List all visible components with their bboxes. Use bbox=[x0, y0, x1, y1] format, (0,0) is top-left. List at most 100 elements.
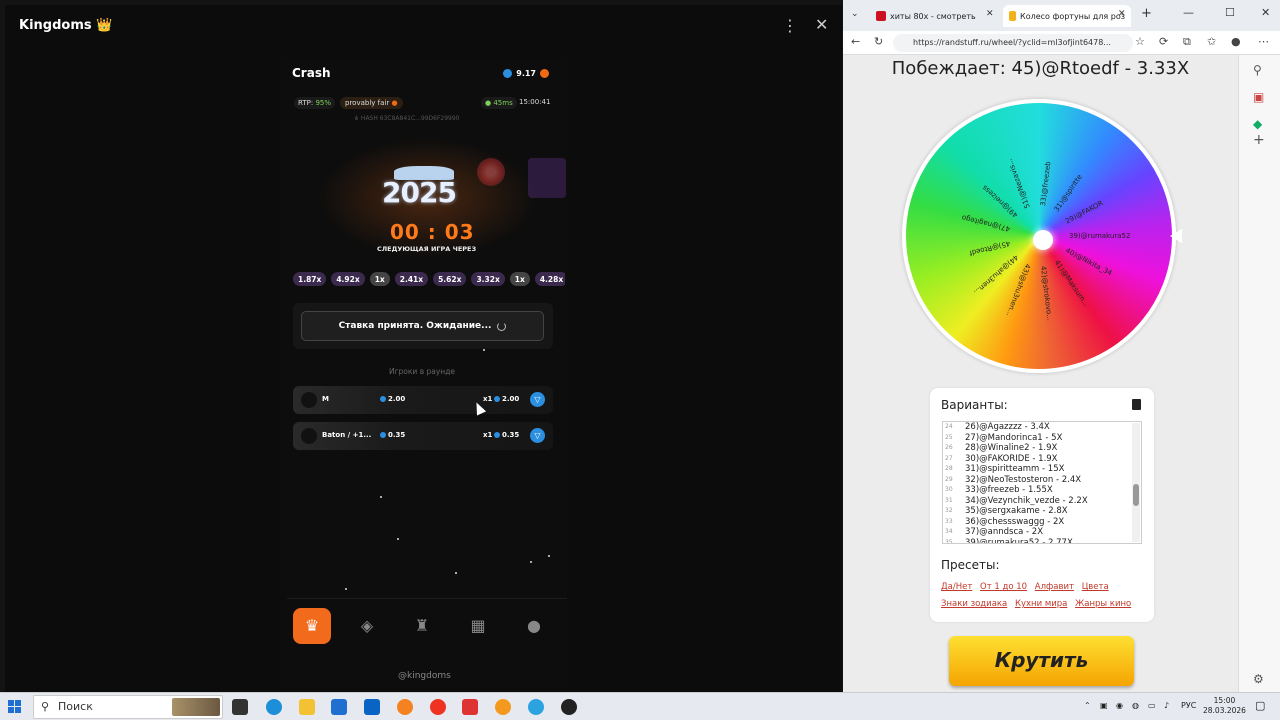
variant-line[interactable]: 32 35)@sergxakame - 2.8X bbox=[943, 506, 1141, 517]
variant-line[interactable]: 31 34)@Vezynchik_vezde - 2.2X bbox=[943, 496, 1141, 507]
task-view-icon[interactable] bbox=[232, 699, 248, 715]
tray-app-icon[interactable]: ◍ bbox=[1132, 701, 1139, 710]
reload-icon[interactable]: ↻ bbox=[874, 35, 883, 48]
variant-line[interactable]: 30 33)@freezeb - 1.55X bbox=[943, 485, 1141, 496]
app-icon[interactable] bbox=[397, 699, 413, 715]
tray-chevron-icon[interactable]: ⌃ bbox=[1084, 701, 1091, 710]
language-indicator[interactable]: РУС bbox=[1181, 701, 1196, 710]
trophy-icon[interactable]: ♜ bbox=[403, 608, 441, 644]
variant-line[interactable]: 34 37)@anndsca - 2X bbox=[943, 527, 1141, 538]
wheel-disc[interactable]: 39)@rumakura52 40)@Nikita_34 41)@Maksum...… bbox=[902, 99, 1176, 373]
close-icon[interactable]: ✕ bbox=[815, 15, 828, 34]
add-balance-icon[interactable] bbox=[540, 68, 549, 78]
line-number: 33 bbox=[945, 517, 953, 525]
notifications-icon[interactable]: ▢ bbox=[1255, 699, 1265, 712]
preset-link[interactable]: Кухни мира bbox=[1015, 599, 1067, 609]
minimize-icon[interactable]: — bbox=[1183, 6, 1194, 19]
search-icon[interactable]: ⚲ bbox=[1253, 63, 1262, 77]
preset-link[interactable]: Жанры кино bbox=[1075, 599, 1131, 609]
variant-text: 27)@Mandorinca1 - 5X bbox=[965, 432, 1063, 443]
rtp-badge: RTP: 95% bbox=[294, 97, 336, 109]
spin-button[interactable]: Крутить bbox=[949, 636, 1134, 686]
players-heading: Игроки в раунде bbox=[389, 367, 455, 376]
variant-line[interactable]: 28 31)@spiritteamm - 15X bbox=[943, 464, 1141, 475]
settings-icon[interactable]: ⚙ bbox=[1253, 672, 1264, 686]
yandex-browser-icon[interactable] bbox=[430, 699, 446, 715]
variant-line[interactable]: 25 27)@Mandorinca1 - 5X bbox=[943, 433, 1141, 444]
balance[interactable]: 9.17 bbox=[503, 66, 549, 80]
multiplier-chip: 4.92x bbox=[331, 272, 365, 286]
yandex-icon[interactable] bbox=[462, 699, 478, 715]
variant-line[interactable]: 24 26)@Agazzzz - 3.4X bbox=[943, 422, 1141, 433]
windows-start-icon[interactable] bbox=[8, 700, 22, 714]
games-icon[interactable]: ◈ bbox=[348, 608, 386, 644]
extensions-icon[interactable]: ⟳ bbox=[1159, 35, 1168, 48]
tab-music[interactable]: хиты 80х - смотреть bbox=[870, 5, 998, 27]
maximize-icon[interactable]: ☐ bbox=[1225, 6, 1235, 19]
tab-wheel[interactable]: Колесо фортуны для роз bbox=[1003, 5, 1131, 27]
tools-icon[interactable]: ◆ bbox=[1253, 117, 1262, 131]
tray-app-icon[interactable]: ▣ bbox=[1100, 701, 1108, 710]
round-hash[interactable]: ⋔ HASH 63C8A841C...99D6F29990 bbox=[354, 115, 460, 122]
multiplier-chip: 1x bbox=[509, 272, 530, 286]
back-icon[interactable]: ← bbox=[851, 35, 860, 48]
variants-textarea[interactable]: 24 26)@Agazzzz - 3.4X 25 27)@Mandorinca1 - … bbox=[942, 421, 1142, 544]
variant-line[interactable]: 33 36)@chessswaggg - 2X bbox=[943, 517, 1141, 528]
randstuff-icon bbox=[1009, 11, 1017, 21]
menu-icon[interactable]: ⋮ bbox=[782, 16, 798, 35]
store-icon[interactable] bbox=[331, 699, 347, 715]
network-icon[interactable]: ▭ bbox=[1148, 701, 1156, 710]
preset-link[interactable]: От 1 до 10 bbox=[980, 582, 1027, 592]
profile-avatar-icon[interactable]: ● bbox=[1231, 35, 1241, 48]
provably-fair-badge[interactable]: provably fair ● bbox=[340, 97, 403, 109]
profile-icon[interactable]: ● bbox=[515, 608, 553, 644]
volume-icon[interactable]: ♪ bbox=[1164, 701, 1169, 710]
taskbar-search[interactable]: ⚲ Поиск bbox=[33, 695, 223, 719]
preset-link[interactable]: Да/Нет bbox=[941, 582, 972, 592]
new-tab-icon[interactable]: + bbox=[1141, 6, 1152, 21]
line-number: 32 bbox=[945, 507, 953, 514]
telegram-icon[interactable] bbox=[528, 699, 544, 715]
explorer-icon[interactable] bbox=[299, 699, 315, 715]
variant-text: 28)@Winaline2 - 1.9X bbox=[965, 443, 1058, 453]
crash-game-icon[interactable]: ♛ bbox=[293, 608, 331, 644]
crash-app: Crash 9.17 RTP: 95% provably fair ● ● 45… bbox=[287, 58, 567, 688]
line-number: 31 bbox=[945, 496, 953, 504]
variant-line[interactable]: 35 39)@rumakura52 - 2.77X bbox=[943, 538, 1141, 544]
preset-link[interactable]: Знаки зодиака bbox=[941, 599, 1007, 609]
split-screen-icon[interactable]: ⧉ bbox=[1183, 35, 1191, 49]
ton-icon: ▽ bbox=[530, 392, 545, 407]
bet-status-button[interactable]: Ставка принята. Ожидание... bbox=[301, 311, 544, 341]
tab-close-icon[interactable]: ✕ bbox=[1118, 9, 1126, 19]
tab-list-icon[interactable]: ⌄ bbox=[851, 9, 859, 19]
clock[interactable]: 15:00 28.03.2026 bbox=[1203, 696, 1246, 716]
url-field[interactable]: https://randstuff.ru/wheel/?yclid=ml3ofj… bbox=[893, 34, 1133, 52]
multiplier-chip: 1.87x bbox=[293, 272, 327, 286]
shopping-icon[interactable]: ▣ bbox=[1253, 90, 1264, 104]
add-icon[interactable]: + bbox=[1253, 132, 1265, 148]
variant-line[interactable]: 27 30)@FAKORIDE - 1.9X bbox=[943, 454, 1141, 465]
preset-link[interactable]: Алфавит bbox=[1035, 582, 1074, 592]
edge-icon[interactable] bbox=[266, 699, 282, 715]
outlook-icon[interactable] bbox=[364, 699, 380, 715]
more-menu-icon[interactable]: ⋯ bbox=[1258, 35, 1269, 48]
snow-particle bbox=[345, 588, 347, 590]
window-close-icon[interactable]: ✕ bbox=[1261, 6, 1270, 19]
tasks-icon[interactable]: ▦ bbox=[459, 608, 497, 644]
tab-close-icon[interactable]: ✕ bbox=[986, 9, 994, 19]
player-name: M bbox=[322, 395, 329, 403]
bookmark-icon[interactable]: ☆ bbox=[1135, 35, 1145, 48]
favorites-icon[interactable]: ✩ bbox=[1207, 35, 1216, 48]
variant-line[interactable]: 26 28)@Winaline2 - 1.9X bbox=[943, 443, 1141, 454]
wheel-pointer bbox=[1170, 229, 1182, 243]
app-icon[interactable] bbox=[495, 699, 511, 715]
preset-link[interactable]: Цвета bbox=[1082, 582, 1109, 592]
fortune-wheel[interactable]: 39)@rumakura52 40)@Nikita_34 41)@Maksum...… bbox=[902, 99, 1182, 373]
trash-icon[interactable] bbox=[1132, 399, 1141, 410]
snow-particle bbox=[548, 555, 550, 557]
variant-line[interactable]: 29 32)@NeoTestosteron - 2.4X bbox=[943, 475, 1141, 486]
ton-icon: ▽ bbox=[530, 428, 545, 443]
app-icon[interactable] bbox=[561, 699, 577, 715]
line-number: 27 bbox=[945, 454, 953, 462]
tray-app-icon[interactable]: ◉ bbox=[1116, 701, 1123, 710]
